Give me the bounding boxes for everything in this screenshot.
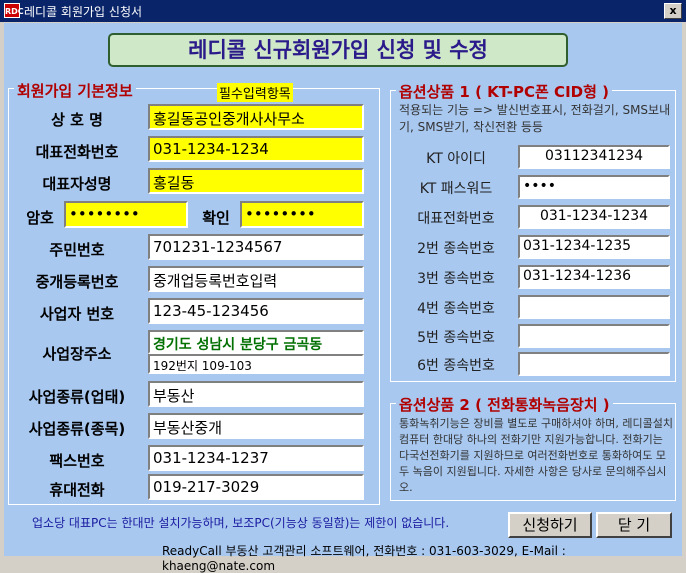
kt-password-label: KT 패스워드 — [419, 181, 493, 197]
required-tag: 필수입력항목 — [217, 83, 293, 102]
option2-description: 통화녹취기능은 장비를 별도로 구매하셔야 하며, 레디콜설치컴퓨터 한대당 하… — [399, 417, 673, 494]
business-item-input[interactable]: 부동산중개 — [148, 413, 364, 439]
notice-text: 업소당 대표PC는 한대만 설치가능하며, 보조PC(기능상 동일함)는 제한이… — [32, 516, 450, 530]
rrn-label: 주민번호 — [49, 241, 105, 259]
option2-legend: 옵션상품 2 ( 전화통화녹음장치 ) — [396, 394, 613, 415]
rep-name-input[interactable]: 홍길동 — [148, 168, 364, 194]
sub-phone-2-input[interactable]: 031-1234-1235 — [518, 235, 670, 259]
option1-description: 적용되는 기능 => 발신번호표시, 전화걸기, SMS보내기, SMS받기, … — [399, 103, 671, 134]
window-title: 레디콜 회원가입 신청서 — [24, 5, 143, 19]
mobile-label: 휴대전화 — [49, 481, 105, 499]
registration-input[interactable]: 중개업등록번호입력 — [148, 266, 364, 292]
business-number-label: 사업자 번호 — [39, 305, 115, 323]
fax-input[interactable]: 031-1234-1237 — [148, 445, 364, 471]
phone-label: 대표전화번호 — [35, 143, 119, 161]
confirm-label: 확인 — [202, 209, 230, 227]
business-type-label: 사업종류(업태) — [28, 388, 126, 406]
sub-phone-3-label: 3번 종속번호 — [417, 271, 495, 287]
business-item-label: 사업종류(종목) — [28, 420, 126, 438]
registration-label: 중개등록번호 — [35, 273, 119, 291]
sub-phone-4-input[interactable] — [518, 295, 670, 319]
business-number-input[interactable]: 123-45-123456 — [148, 298, 364, 324]
basic-info-legend: 회원가입 기본정보 — [14, 80, 136, 101]
form-body: 레디콜 신규회원가입 신청 및 수정 회원가입 기본정보 필수입력항목 상 호 … — [4, 23, 682, 573]
main-phone-input[interactable]: 031-1234-1234 — [518, 205, 670, 229]
sub-phone-5-input[interactable] — [518, 324, 670, 348]
fax-label: 팩스번호 — [49, 452, 105, 470]
submit-button[interactable]: 신청하기 — [508, 512, 592, 538]
sub-phone-6-input[interactable] — [518, 352, 670, 376]
address-input-2[interactable]: 192번지 109-103 — [148, 354, 364, 374]
sub-phone-6-label: 6번 종속번호 — [417, 358, 495, 374]
close-icon[interactable]: x — [664, 3, 682, 19]
kt-id-label: KT 아이디 — [426, 151, 486, 167]
sub-phone-3-input[interactable]: 031-1234-1236 — [518, 265, 670, 289]
business-type-input[interactable]: 부동산 — [148, 381, 364, 407]
sub-phone-4-label: 4번 종속번호 — [417, 301, 495, 317]
app-icon: RDC — [4, 3, 24, 18]
option1-legend: 옵션상품 1 ( KT-PC폰 CID형 ) — [396, 81, 612, 102]
footer-text: ReadyCall 부동산 고객관리 소프트웨어, 전화번호 : 031-603… — [162, 544, 566, 573]
close-button[interactable]: 닫 기 — [596, 512, 672, 538]
password-input[interactable]: •••••••• — [64, 201, 188, 228]
title-bar: RDC 레디콜 회원가입 신청서 x — [0, 0, 686, 22]
confirm-input[interactable]: •••••••• — [240, 201, 364, 228]
address-label: 사업장주소 — [42, 345, 112, 363]
company-input[interactable]: 홍길동공인중개사사무소 — [148, 104, 364, 130]
address-input-1[interactable]: 경기도 성남시 분당구 금곡동 — [148, 330, 364, 354]
main-phone-label: 대표전화번호 — [417, 211, 495, 227]
kt-password-input[interactable]: •••• — [518, 175, 670, 199]
phone-input[interactable]: 031-1234-1234 — [148, 136, 364, 162]
rep-name-label: 대표자성명 — [42, 175, 112, 193]
rrn-input[interactable]: 701231-1234567 — [148, 234, 364, 260]
mobile-input[interactable]: 019-217-3029 — [148, 474, 364, 500]
password-label: 암호 — [26, 209, 54, 227]
sub-phone-5-label: 5번 종속번호 — [417, 330, 495, 346]
sub-phone-2-label: 2번 종속번호 — [417, 241, 495, 257]
page-title: 레디콜 신규회원가입 신청 및 수정 — [108, 33, 568, 67]
company-label: 상 호 명 — [51, 111, 103, 129]
kt-id-input[interactable]: 03112341234 — [518, 145, 670, 169]
